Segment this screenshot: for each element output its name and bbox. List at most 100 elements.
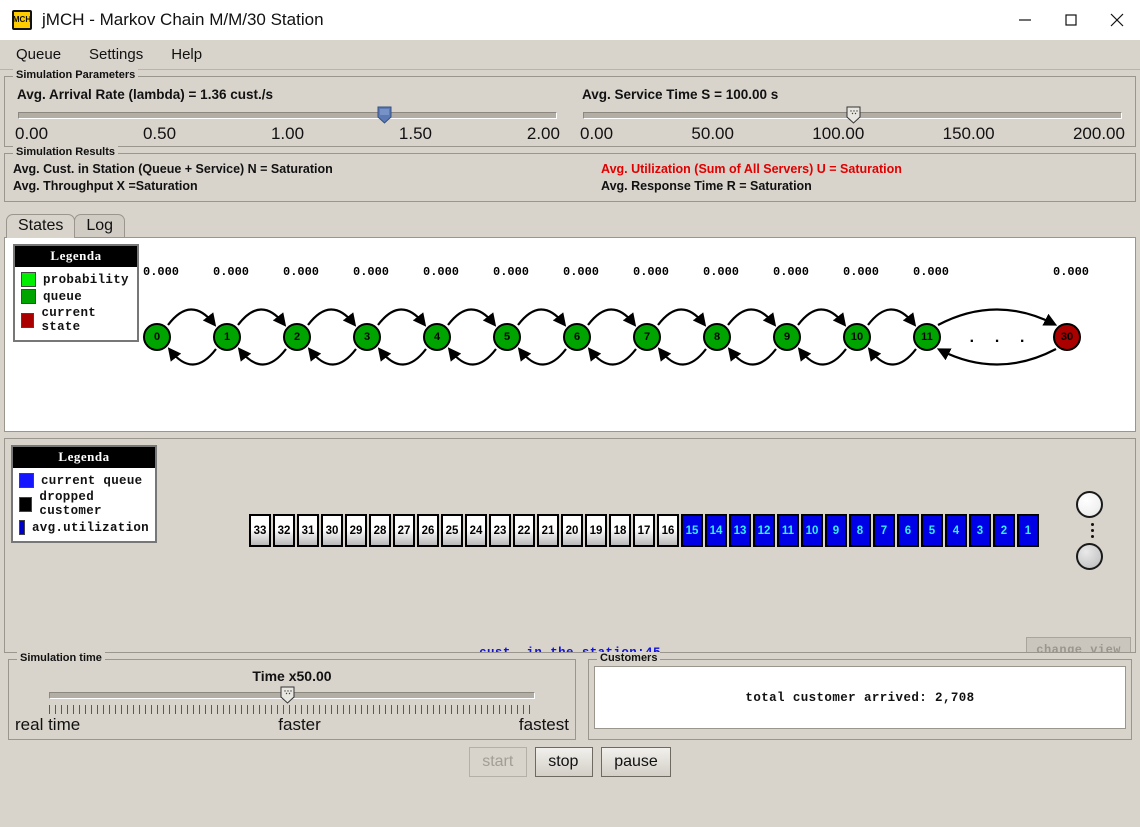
customers-title: Customers — [597, 652, 660, 664]
states-panel: Legenda probability queue current state — [4, 237, 1136, 432]
change-view-button[interactable]: change view — [1026, 637, 1131, 653]
service-tick-4: 200.00 — [1073, 124, 1125, 144]
results-right-column: Avg. Utilization (Sum of All Servers) U … — [539, 161, 1127, 195]
window-titlebar: MCH jMCH - Markov Chain M/M/30 Station — [0, 0, 1140, 40]
result-avg-utilization: Avg. Utilization (Sum of All Servers) U … — [601, 161, 1127, 178]
arrival-tick-3: 1.50 — [399, 124, 432, 144]
service-time-ticks: 0.00 50.00 100.00 150.00 200.00 — [580, 124, 1125, 144]
queue-legend-label-current-queue: current queue — [41, 474, 142, 488]
queue-box-17: 17 — [633, 514, 655, 547]
server-ellipsis-icon — [1076, 523, 1108, 538]
chain-probability-label-7: 0.000 — [633, 265, 669, 279]
queue-box-9: 9 — [825, 514, 847, 547]
simulation-time-slider-thumb[interactable] — [280, 686, 295, 704]
queue-box-5: 5 — [921, 514, 943, 547]
arrival-rate-ticks: 0.00 0.50 1.00 1.50 2.00 — [15, 124, 560, 144]
queue-box-19: 19 — [585, 514, 607, 547]
service-time-slider-thumb[interactable] — [846, 106, 861, 124]
chain-node-4: 4 — [423, 323, 451, 351]
tab-log[interactable]: Log — [74, 214, 125, 238]
queue-box-31: 31 — [297, 514, 319, 547]
service-time-label: Avg. Service Time S = 100.00 s — [582, 87, 1125, 102]
menu-item-help[interactable]: Help — [167, 44, 206, 65]
queue-box-11: 11 — [777, 514, 799, 547]
queue-box-20: 20 — [561, 514, 583, 547]
simulation-time-labels: real time faster fastest — [15, 715, 569, 735]
server-stack — [1076, 491, 1108, 570]
start-button[interactable]: start — [469, 747, 527, 777]
queue-box-27: 27 — [393, 514, 415, 547]
queue-legend-label-avg-utilization: avg.utilization — [32, 521, 149, 535]
service-time-parameter: Avg. Service Time S = 100.00 s 0.00 50.0… — [570, 77, 1135, 146]
simulation-time-panel: Simulation time Time x50.00 real time fa… — [8, 659, 576, 740]
chain-node-30: 30 — [1053, 323, 1081, 351]
queue-box-4: 4 — [945, 514, 967, 547]
queue-visualization-panel: Legenda current queue dropped customer a… — [4, 438, 1136, 653]
queue-box-6: 6 — [897, 514, 919, 547]
tab-states[interactable]: States — [6, 214, 75, 238]
queue-box-29: 29 — [345, 514, 367, 547]
queue-legend-row-dropped: dropped customer — [19, 490, 149, 518]
service-tick-0: 0.00 — [580, 124, 613, 144]
queue-box-12: 12 — [753, 514, 775, 547]
queue-box-22: 22 — [513, 514, 535, 547]
chain-probability-label-0: 0.000 — [143, 265, 179, 279]
arrival-rate-slider-thumb[interactable] — [377, 106, 392, 124]
service-tick-1: 50.00 — [691, 124, 734, 144]
service-tick-2: 100.00 — [812, 124, 864, 144]
simulation-time-slider[interactable] — [49, 692, 535, 699]
queue-box-32: 32 — [273, 514, 295, 547]
queue-box-26: 26 — [417, 514, 439, 547]
chain-node-3: 3 — [353, 323, 381, 351]
server-circle-top — [1076, 491, 1103, 518]
results-left-column: Avg. Cust. in Station (Queue + Service) … — [13, 161, 539, 195]
simulation-time-tickmarks — [49, 705, 535, 714]
menu-item-queue[interactable]: Queue — [12, 44, 65, 65]
queue-box-15: 15 — [681, 514, 703, 547]
arrival-rate-parameter: Avg. Arrival Rate (lambda) = 1.36 cust./… — [5, 77, 570, 146]
result-avg-response-time: Avg. Response Time R = Saturation — [601, 178, 1127, 195]
queue-box-21: 21 — [537, 514, 559, 547]
chain-node-11: 11 — [913, 323, 941, 351]
label-faster: faster — [278, 715, 321, 735]
chain-probability-label-5: 0.000 — [493, 265, 529, 279]
simulation-controls: start stop pause — [0, 747, 1140, 777]
chain-ellipsis: . . . — [967, 329, 1030, 347]
queue-box-3: 3 — [969, 514, 991, 547]
queue-boxes: 3332313029282726252423222120191817161514… — [249, 514, 1039, 547]
chain-node-5: 5 — [493, 323, 521, 351]
chain-probability-label-4: 0.000 — [423, 265, 459, 279]
current-queue-swatch-icon — [19, 473, 34, 488]
arrival-rate-slider[interactable] — [18, 112, 557, 119]
arrival-tick-4: 2.00 — [527, 124, 560, 144]
chain-probability-label-30: 0.000 — [1053, 265, 1089, 279]
maximize-icon[interactable] — [1048, 0, 1094, 40]
queue-legend-title: Legenda — [13, 447, 155, 468]
result-avg-cust-in-station: Avg. Cust. in Station (Queue + Service) … — [13, 161, 539, 178]
queue-box-28: 28 — [369, 514, 391, 547]
view-tabs: States Log — [6, 210, 1140, 237]
queue-legend: Legenda current queue dropped customer a… — [11, 445, 157, 543]
close-icon[interactable] — [1094, 0, 1140, 40]
chain-probability-label-9: 0.000 — [773, 265, 809, 279]
chain-node-1: 1 — [213, 323, 241, 351]
queue-box-2: 2 — [993, 514, 1015, 547]
queue-legend-label-dropped-customer: dropped customer — [39, 490, 149, 518]
queue-box-16: 16 — [657, 514, 679, 547]
pause-button[interactable]: pause — [601, 747, 671, 777]
chain-node-0: 0 — [143, 323, 171, 351]
chain-probability-label-8: 0.000 — [703, 265, 739, 279]
chain-probability-label-2: 0.000 — [283, 265, 319, 279]
queue-legend-row-avg-utilization: avg.utilization — [19, 520, 149, 535]
stop-button[interactable]: stop — [535, 747, 593, 777]
arrival-tick-1: 0.50 — [143, 124, 176, 144]
customers-output-box: total customer arrived: 2,708 — [594, 666, 1126, 729]
service-time-slider[interactable] — [583, 112, 1122, 119]
queue-box-25: 25 — [441, 514, 463, 547]
customers-panel: Customers total customer arrived: 2,708 — [588, 659, 1132, 740]
minimize-icon[interactable] — [1002, 0, 1048, 40]
chain-probability-label-1: 0.000 — [213, 265, 249, 279]
station-customer-count: cust. in the station:45 — [5, 646, 1135, 653]
label-fastest: fastest — [519, 715, 569, 735]
menu-item-settings[interactable]: Settings — [85, 44, 147, 65]
